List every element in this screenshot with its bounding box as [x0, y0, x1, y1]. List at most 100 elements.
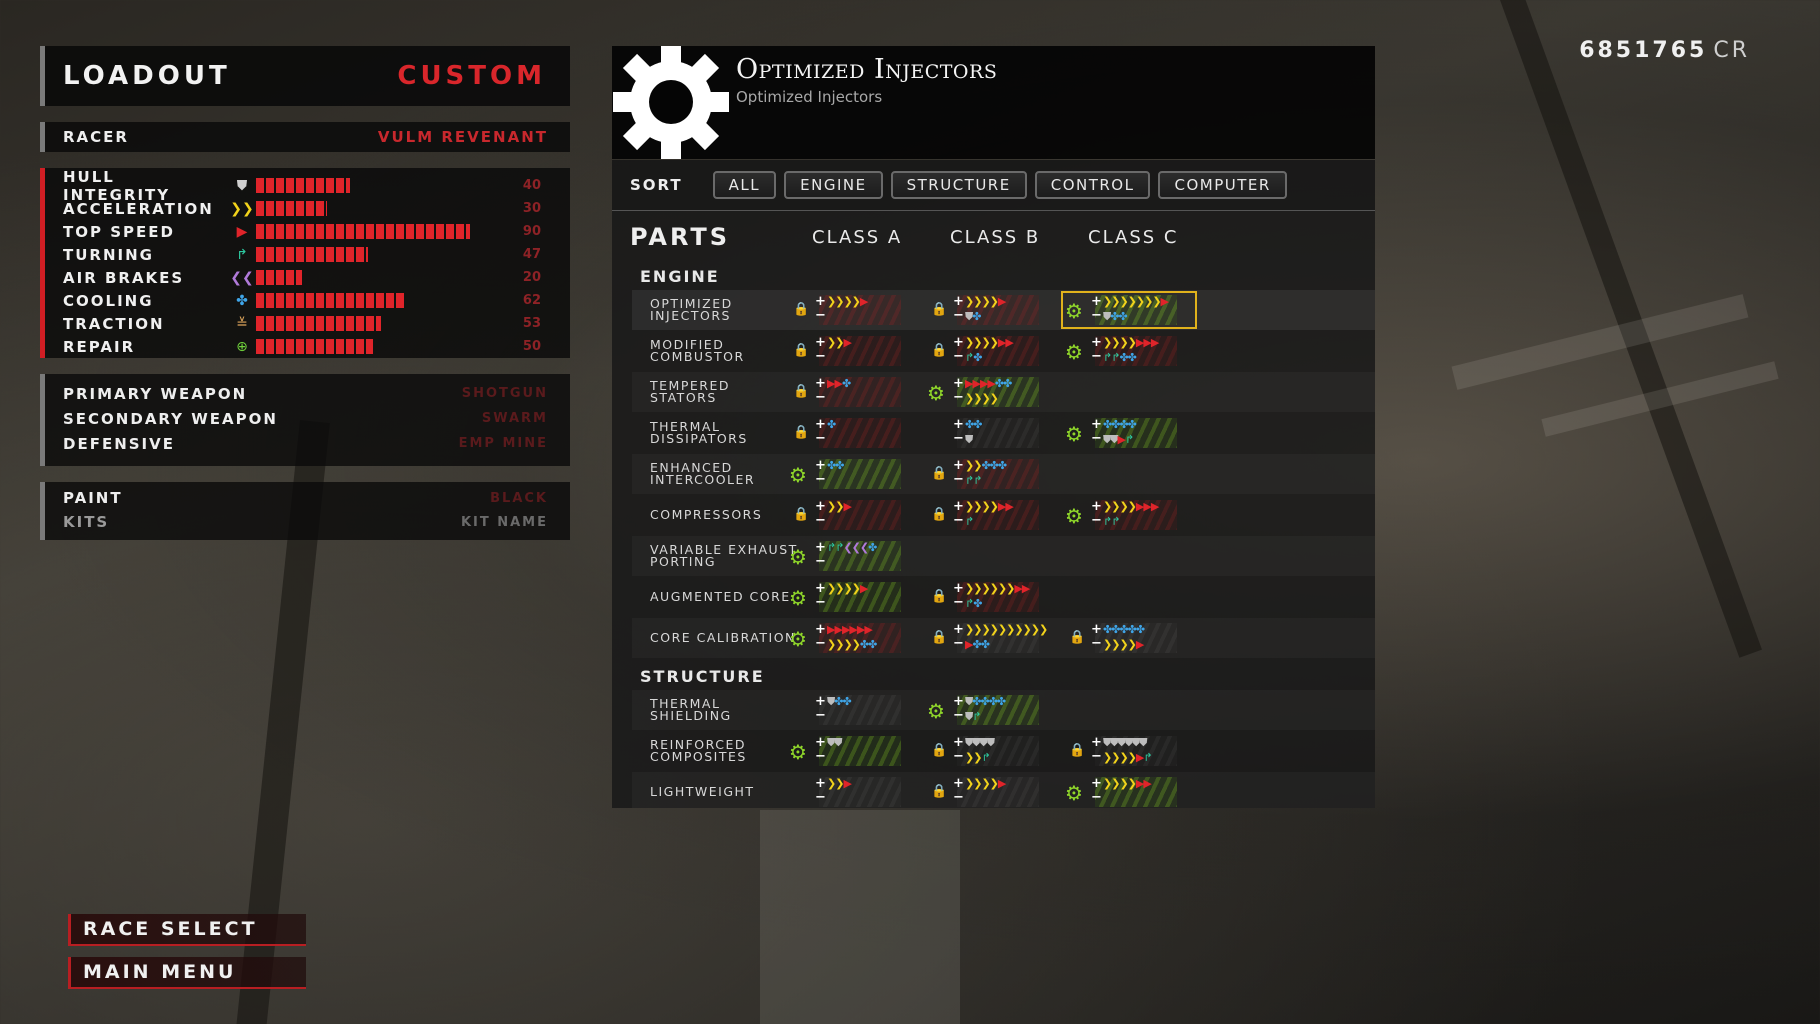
- paint-row[interactable]: PAINT BLACK: [45, 486, 570, 510]
- part-class-a-cell[interactable]: ⚙ + − ↱↱❮❮❮✤: [787, 539, 919, 573]
- part-row[interactable]: LIGHTWEIGHT + − ❯❯▶ 🔒 + − ❯❯❯❯▶ ⚙ + − ❯❯❯❯▶▶: [632, 772, 1375, 808]
- plus-icon: +: [815, 499, 826, 514]
- plus-icon: +: [953, 376, 964, 391]
- stat-bar-fill: [256, 293, 404, 308]
- lock-icon: 🔒: [931, 630, 948, 645]
- defensive-row[interactable]: DEFENSIVE EMP MINE: [45, 431, 570, 456]
- stat-label: AIR BRAKES: [63, 268, 185, 287]
- part-row[interactable]: CORE CALIBRATION ⚙ + − ▶▶▶▶▶▶ ❯❯❯❯✤✤ 🔒 + − ❯❯❯❯❯❯…: [632, 618, 1375, 658]
- owned-gear-icon: ⚙: [1065, 422, 1083, 446]
- part-class-a-cell[interactable]: 🔒 + − ❯❯▶: [787, 498, 919, 532]
- plus-icon: +: [815, 622, 826, 637]
- part-class-a-cell[interactable]: 🔒 + − ▶▶✤: [787, 375, 919, 409]
- part-row[interactable]: OPTIMIZED INJECTORS 🔒 + − ❯❯❯❯▶ 🔒 + − ❯❯❯❯▶ ⛊✤ ⚙ + −…: [632, 290, 1375, 330]
- part-class-a-cell[interactable]: ⚙ + − ⛊⛊: [787, 734, 919, 768]
- part-name: COMPRESSORS: [650, 507, 763, 522]
- part-class-b-cell[interactable]: 🔒 + − ❯❯❯❯❯❯▶▶ ↱✤: [925, 580, 1057, 614]
- part-class-b-cell[interactable]: 🔒 + − ❯❯❯❯❯❯❯❯❯❯ ▶✤✤: [925, 621, 1057, 655]
- stat-penalty-icons: ❯❯❯❯▶: [1103, 638, 1144, 651]
- loadout-header: LOADOUT CUSTOM: [40, 46, 570, 106]
- stat-bar: [256, 293, 511, 308]
- traction-icon: ≚: [236, 315, 248, 332]
- primary-weapon-row[interactable]: PRIMARY WEAPON SHOTGUN: [45, 381, 570, 406]
- minus-icon: −: [815, 636, 826, 651]
- part-class-b-cell[interactable]: 🔒 + − ❯❯❯❯▶▶ ↱✤: [925, 334, 1057, 368]
- stat-bonus-icons: ✤✤✤✤✤: [1103, 623, 1145, 636]
- part-class-a-cell[interactable]: ⚙ + − ✤✤: [787, 457, 919, 491]
- part-class-b-cell[interactable]: ⚙ + − ⛊✤✤✤✤ ⛊↱: [925, 693, 1057, 727]
- plus-icon: +: [1091, 622, 1102, 637]
- minus-icon: −: [953, 308, 964, 323]
- part-row[interactable]: THERMAL SHIELDING + − ⛊✤✤ ⚙ + − ⛊✤✤✤✤ ⛊↱: [632, 690, 1375, 730]
- main-menu-button[interactable]: MAIN MENU: [68, 957, 306, 989]
- stat-row: TURNING ↱ 47: [45, 243, 570, 266]
- part-class-b-cell[interactable]: 🔒 + − ❯❯✤✤✤ ↱↱: [925, 457, 1057, 491]
- part-class-b-cell[interactable]: ⚙ + − ▶▶▶▶✤✤ ❯❯❯❯: [925, 375, 1057, 409]
- part-row[interactable]: TEMPERED STATORS 🔒 + − ▶▶✤ ⚙ + − ▶▶▶▶✤✤ ❯❯❯❯: [632, 372, 1375, 412]
- minus-icon: −: [1091, 790, 1102, 805]
- stat-value: 90: [522, 224, 541, 239]
- sort-all-button[interactable]: ALL: [712, 171, 777, 199]
- minus-icon: −: [953, 790, 964, 805]
- credits-unit: CR: [1713, 38, 1750, 63]
- sort-computer-button[interactable]: COMPUTER: [1158, 171, 1287, 199]
- sort-engine-button[interactable]: ENGINE: [784, 171, 883, 199]
- minus-icon: −: [815, 390, 826, 405]
- part-class-a-cell[interactable]: 🔒 + − ✤: [787, 416, 919, 450]
- part-row[interactable]: AUGMENTED CORE ⚙ + − ❯❯❯❯▶ 🔒 + − ❯❯❯❯❯❯▶▶ ↱✤: [632, 577, 1375, 617]
- part-class-b-cell[interactable]: + − ✤✤ ⛊: [925, 416, 1057, 450]
- part-class-c-cell[interactable]: ⚙ + − ✤✤✤✤ ⛊⛊▶↱: [1063, 416, 1195, 450]
- part-row[interactable]: THERMAL DISSIPATORS 🔒 + − ✤ + − ✤✤ ⛊ ⚙ + − ✤✤✤✤ ⛊⛊▶↱: [632, 413, 1375, 453]
- stat-bar: [256, 339, 511, 354]
- plus-icon: +: [815, 458, 826, 473]
- part-row[interactable]: ENHANCED INTERCOOLER ⚙ + − ✤✤ 🔒 + − ❯❯✤✤✤ ↱↱: [632, 454, 1375, 494]
- part-class-c-cell[interactable]: 🔒 + − ✤✤✤✤✤ ❯❯❯❯▶: [1063, 621, 1195, 655]
- part-class-a-cell[interactable]: + − ❯❯▶: [787, 775, 919, 808]
- paint-value: BLACK: [490, 490, 548, 506]
- part-row[interactable]: VARIABLE EXHAUST PORTING ⚙ + − ↱↱❮❮❮✤: [632, 536, 1375, 576]
- secondary-weapon-row[interactable]: SECONDARY WEAPON SWARM: [45, 406, 570, 431]
- plus-icon: +: [953, 335, 964, 350]
- sort-structure-button[interactable]: STRUCTURE: [890, 171, 1027, 199]
- minus-icon: −: [1091, 349, 1102, 364]
- secondary-weapon-label: SECONDARY WEAPON: [63, 409, 278, 428]
- part-class-c-cell[interactable]: ⚙ + − ❯❯❯❯▶▶▶ ↱↱✤✤: [1063, 334, 1195, 368]
- part-class-c-cell[interactable]: ⚙ + − ❯❯❯❯▶▶▶ ↱↱: [1063, 498, 1195, 532]
- part-class-c-cell[interactable]: ⚙ + − ❯❯❯❯▶▶: [1063, 775, 1195, 808]
- part-class-b-cell[interactable]: 🔒 + − ⛊⛊⛊⛊ ❯❯↱: [925, 734, 1057, 768]
- race-select-button[interactable]: RACE SELECT: [68, 914, 306, 946]
- lock-icon: 🔒: [931, 302, 948, 317]
- stat-bonus-icons: ❯❯❯❯▶: [965, 295, 1006, 308]
- plus-icon: +: [953, 735, 964, 750]
- stat-bar: [256, 270, 511, 285]
- part-class-b-cell[interactable]: 🔒 + − ❯❯❯❯▶: [925, 775, 1057, 808]
- part-class-a-cell[interactable]: ⚙ + − ❯❯❯❯▶: [787, 580, 919, 614]
- part-class-a-cell[interactable]: ⚙ + − ▶▶▶▶▶▶ ❯❯❯❯✤✤: [787, 621, 919, 655]
- plus-icon: +: [815, 335, 826, 350]
- plus-icon: +: [1091, 499, 1102, 514]
- part-row[interactable]: COMPRESSORS 🔒 + − ❯❯▶ 🔒 + − ❯❯❯❯▶▶ ↱ ⚙ + − ❯❯❯❯▶▶▶ ↱↱: [632, 495, 1375, 535]
- stat-penalty-icons: ↱↱✤✤: [1103, 351, 1137, 364]
- kits-row[interactable]: KITS KIT NAME: [45, 510, 570, 534]
- stat-bonus-icons: ▶▶▶▶✤✤: [965, 377, 1012, 390]
- racer-selector[interactable]: RACER VULM REVENANT: [40, 122, 570, 152]
- part-row[interactable]: REINFORCED COMPOSITES ⚙ + − ⛊⛊ 🔒 + − ⛊⛊⛊⛊ ❯❯↱ 🔒 + − ⛊…: [632, 731, 1375, 771]
- sort-control-button[interactable]: CONTROL: [1034, 171, 1151, 199]
- stat-bar-fill: [256, 316, 381, 331]
- part-class-b-cell[interactable]: 🔒 + − ❯❯❯❯▶▶ ↱: [925, 498, 1057, 532]
- part-class-a-cell[interactable]: + − ⛊✤✤: [787, 693, 919, 727]
- part-row[interactable]: MODIFIED COMBUSTOR 🔒 + − ❯❯▶ 🔒 + − ❯❯❯❯▶▶ ↱✤ ⚙ + − ❯❯…: [632, 331, 1375, 371]
- part-name: OPTIMIZED INJECTORS: [650, 296, 733, 323]
- part-class-a-cell[interactable]: 🔒 + − ❯❯❯❯▶: [787, 293, 919, 327]
- stat-penalty-icons: ❯❯↱: [965, 751, 991, 764]
- part-class-c-cell[interactable]: ⚙ + − ❯❯❯❯❯❯❯▶ ⛊✤✤: [1061, 291, 1197, 329]
- part-class-a-cell[interactable]: 🔒 + − ❯❯▶: [787, 334, 919, 368]
- stat-bar: [256, 316, 511, 331]
- part-class-c-cell[interactable]: 🔒 + − ⛊⛊⛊⛊⛊⛊ ❯❯❯❯▶↱: [1063, 734, 1195, 768]
- stat-row: REPAIR ⊕ 50: [45, 335, 570, 358]
- minus-icon: −: [953, 636, 964, 651]
- part-class-b-cell[interactable]: 🔒 + − ❯❯❯❯▶ ⛊✤: [925, 293, 1057, 327]
- part-name: CORE CALIBRATION: [650, 630, 796, 645]
- plus-icon: +: [815, 694, 826, 709]
- plus-icon: +: [1091, 776, 1102, 791]
